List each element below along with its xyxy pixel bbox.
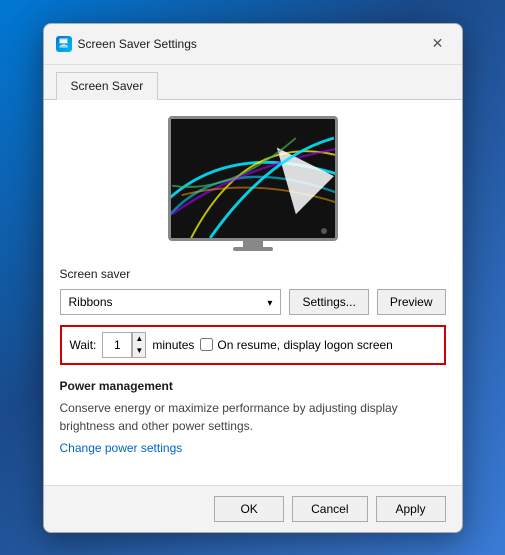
screen-saver-dialog: 🖥 Screen Saver Settings ✕ Screen Saver — [43, 23, 463, 533]
monitor-dot — [321, 228, 327, 234]
tab-screen-saver[interactable]: Screen Saver — [56, 72, 159, 100]
apply-button[interactable]: Apply — [376, 496, 446, 522]
resume-label-text: On resume, display logon screen — [217, 338, 392, 352]
spinner-wrapper: ▲ ▼ — [102, 332, 146, 358]
monitor-screen — [171, 119, 335, 238]
wait-row: Wait: ▲ ▼ minutes On resume, display log… — [60, 325, 446, 365]
wait-input[interactable] — [102, 332, 132, 358]
screensaver-section-label: Screen saver — [60, 267, 446, 281]
settings-button[interactable]: Settings... — [289, 289, 368, 315]
cancel-button[interactable]: Cancel — [292, 496, 367, 522]
change-power-settings-link[interactable]: Change power settings — [60, 441, 183, 455]
monitor-preview — [168, 116, 338, 241]
monitor-stand — [243, 241, 263, 247]
chevron-down-icon — [267, 295, 272, 309]
dialog-title: Screen Saver Settings — [78, 37, 197, 51]
spinner-up-button[interactable]: ▲ — [133, 333, 145, 345]
title-bar-left: 🖥 Screen Saver Settings — [56, 36, 197, 52]
ok-button[interactable]: OK — [214, 496, 284, 522]
dialog-content: Screen saver Ribbons Settings... Preview… — [44, 100, 462, 485]
preview-area — [60, 116, 446, 251]
tab-bar: Screen Saver — [44, 65, 462, 100]
dialog-footer: OK Cancel Apply — [44, 485, 462, 532]
close-button[interactable]: ✕ — [426, 32, 450, 56]
resume-checkbox[interactable] — [200, 338, 213, 351]
preview-button[interactable]: Preview — [377, 289, 446, 315]
spinner-buttons: ▲ ▼ — [132, 332, 146, 358]
spinner-down-button[interactable]: ▼ — [133, 345, 145, 357]
power-section: Power management Conserve energy or maxi… — [60, 379, 446, 455]
minutes-label: minutes — [152, 338, 194, 352]
resume-checkbox-label[interactable]: On resume, display logon screen — [200, 338, 392, 352]
dialog-icon: 🖥 — [56, 36, 72, 52]
screensaver-dropdown[interactable]: Ribbons — [60, 289, 282, 315]
wait-label: Wait: — [70, 338, 97, 352]
screensaver-selected: Ribbons — [69, 295, 113, 309]
screensaver-row: Ribbons Settings... Preview — [60, 289, 446, 315]
monitor-base — [233, 247, 273, 251]
title-bar: 🖥 Screen Saver Settings ✕ — [44, 24, 462, 65]
power-description: Conserve energy or maximize performance … — [60, 399, 446, 435]
power-section-title: Power management — [60, 379, 446, 393]
